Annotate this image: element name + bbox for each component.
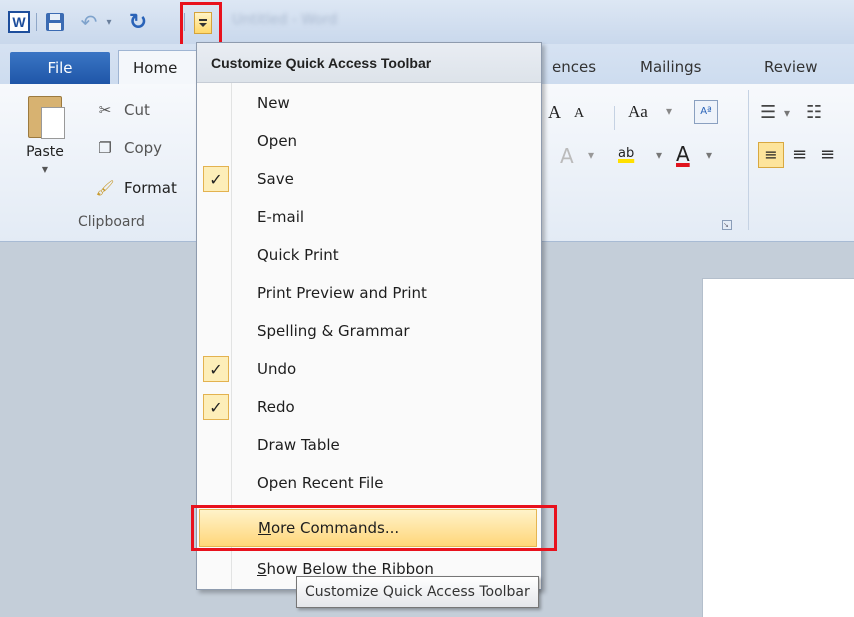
undo-icon[interactable]: ↶	[78, 10, 100, 34]
align-left-icon[interactable]: ≡	[758, 142, 784, 168]
tab-file[interactable]: File	[10, 52, 110, 84]
menu-item-label: Save	[257, 170, 294, 188]
cut-button[interactable]: ✂ Cut	[94, 98, 150, 122]
highlight-box-more-commands	[191, 505, 557, 551]
shrink-font-button[interactable]: A	[574, 106, 584, 122]
menu-item-label: Undo	[257, 360, 297, 378]
check-icon: ✓	[203, 356, 229, 382]
menu-item-quick-print[interactable]: Quick Print	[197, 237, 541, 275]
format-label: Format	[124, 179, 177, 197]
menu-item-label: Draw Table	[257, 436, 340, 454]
tooltip: Customize Quick Access Toolbar	[296, 576, 539, 608]
check-icon: ✓	[203, 394, 229, 420]
menu-item-label: Redo	[257, 398, 295, 416]
grow-font-button[interactable]: A	[548, 102, 561, 123]
tab-mailings[interactable]: Mailings	[640, 58, 701, 76]
tab-review[interactable]: Review	[764, 58, 818, 76]
repeat-icon[interactable]: ↻	[126, 10, 150, 35]
menu-item-save[interactable]: ✓ Save	[197, 161, 541, 199]
tab-home[interactable]: Home	[118, 50, 208, 84]
window-title: Untitled - Word	[232, 12, 338, 28]
copy-label: Copy	[124, 139, 163, 157]
menu-item-label: E-mail	[257, 208, 305, 226]
change-case-button[interactable]: Aa	[628, 102, 648, 122]
dialog-launcher-icon[interactable]: ↘	[722, 220, 732, 230]
menu-item-open[interactable]: Open	[197, 123, 541, 161]
menu-item-print-preview[interactable]: Print Preview and Print	[197, 275, 541, 313]
menu-item-undo[interactable]: ✓ Undo	[197, 351, 541, 389]
save-icon[interactable]	[44, 11, 66, 33]
mnemonic: S	[257, 560, 267, 578]
align-center-icon[interactable]: ≡	[792, 144, 807, 165]
clipboard-icon	[28, 96, 65, 139]
font-color-button[interactable]: A	[676, 142, 690, 166]
menu-item-new[interactable]: New	[197, 85, 541, 123]
dropdown-icon[interactable]: ▾	[656, 148, 662, 162]
menu-header: Customize Quick Access Toolbar	[197, 43, 541, 83]
group-divider	[748, 90, 749, 230]
paste-label: Paste	[26, 144, 64, 160]
format-painter-button[interactable]: 🖌 Format	[94, 176, 177, 200]
text-effects-icon[interactable]: A	[560, 144, 574, 168]
dropdown-icon[interactable]: ▾	[706, 148, 712, 162]
document-page[interactable]	[702, 278, 854, 617]
menu-item-label: Print Preview and Print	[257, 284, 427, 302]
menu-item-spelling[interactable]: Spelling & Grammar	[197, 313, 541, 351]
menu-item-redo[interactable]: ✓ Redo	[197, 389, 541, 427]
menu-item-label: Open Recent File	[257, 474, 384, 492]
qat-separator	[36, 13, 37, 31]
dropdown-icon[interactable]: ▾	[666, 104, 672, 118]
word-app-icon[interactable]: W	[8, 11, 30, 33]
copy-button[interactable]: ❐ Copy	[94, 136, 162, 160]
chevron-down-icon: ▼	[41, 165, 49, 174]
text-highlight-button[interactable]: ab	[618, 146, 634, 161]
menu-item-label: Quick Print	[257, 246, 339, 264]
numbering-icon[interactable]: ☷	[806, 102, 822, 123]
bullets-icon[interactable]: ☰	[760, 102, 776, 123]
menu-item-label: Spelling & Grammar	[257, 322, 410, 340]
clear-formatting-icon[interactable]: Aª	[694, 100, 718, 124]
check-icon: ✓	[203, 166, 229, 192]
group-label-clipboard: Clipboard	[78, 214, 145, 230]
paste-button[interactable]: Paste ▼	[18, 94, 72, 184]
menu-item-open-recent[interactable]: Open Recent File	[197, 465, 541, 503]
undo-dropdown-icon[interactable]: ▾	[103, 11, 115, 33]
menu-item-label: New	[257, 94, 290, 112]
menu-item-label: Open	[257, 132, 298, 150]
tab-references[interactable]: ences	[552, 58, 596, 76]
menu-item-email[interactable]: E-mail	[197, 199, 541, 237]
copy-icon: ❐	[98, 139, 112, 157]
dropdown-icon[interactable]: ▾	[588, 148, 594, 162]
separator	[614, 106, 615, 130]
paintbrush-icon: 🖌	[95, 179, 115, 197]
cut-label: Cut	[124, 101, 150, 119]
scissors-icon: ✂	[98, 101, 112, 119]
menu-item-draw-table[interactable]: Draw Table	[197, 427, 541, 465]
dropdown-icon[interactable]: ▾	[784, 106, 790, 120]
title-bar: W ↶ ▾ ↻ Untitled - Word	[0, 0, 854, 44]
align-right-icon[interactable]: ≡	[820, 144, 835, 165]
